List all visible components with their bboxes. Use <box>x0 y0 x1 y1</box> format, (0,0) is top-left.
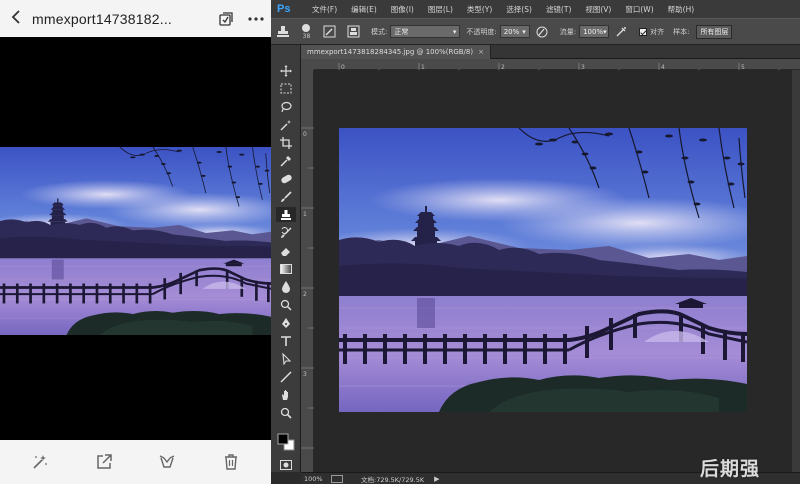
magic-wand-icon[interactable] <box>25 447 55 477</box>
opacity-value: 20% <box>503 27 520 36</box>
brush-preset-picker[interactable]: 38 <box>298 23 314 41</box>
photoshop-window: Ps 文件(F) 编辑(E) 图像(I) 图层(L) 类型(Y) 选择(S) 滤… <box>271 0 800 484</box>
brush-size: 38 <box>302 33 311 40</box>
menu-type[interactable]: 类型(Y) <box>460 4 499 15</box>
close-icon[interactable]: × <box>478 48 484 56</box>
menu-image[interactable]: 图像(I) <box>384 4 421 15</box>
horizontal-ruler[interactable]: 012345 <box>314 59 800 74</box>
quick-mask-icon[interactable] <box>276 457 296 472</box>
svg-text:1: 1 <box>303 211 307 218</box>
move-tool-icon[interactable] <box>276 63 296 78</box>
menu-select[interactable]: 选择(S) <box>499 4 539 15</box>
hand-tool-icon[interactable] <box>276 387 296 402</box>
chevron-right-icon[interactable]: ▶ <box>434 475 439 483</box>
flow-field[interactable]: 100% ▾ <box>579 25 610 38</box>
clone-stamp-tool-icon[interactable] <box>276 207 296 222</box>
sample-label: 样本: <box>673 27 690 36</box>
mode-dropdown[interactable]: 正常 ▾ <box>390 25 461 38</box>
ps-toolbox <box>271 45 301 472</box>
clone-stamp-tool-icon[interactable] <box>274 23 292 41</box>
toggle-brush-panel-icon[interactable] <box>320 23 338 41</box>
airbrush-icon[interactable] <box>612 23 630 41</box>
flow-value: 100% <box>583 27 604 36</box>
history-brush-tool-icon[interactable] <box>276 225 296 240</box>
svg-text:0: 0 <box>303 131 307 138</box>
image-filename: mmexport14738182... <box>32 10 172 27</box>
chevron-down-icon: ▾ <box>522 27 526 36</box>
sample-dropdown[interactable]: 所有图层 <box>696 24 733 39</box>
menu-filter[interactable]: 滤镜(T) <box>539 4 578 15</box>
menu-layer[interactable]: 图层(L) <box>421 4 460 15</box>
path-selection-tool-icon[interactable] <box>276 351 296 366</box>
toggle-clone-source-icon[interactable] <box>344 23 362 41</box>
blur-tool-icon[interactable] <box>276 279 296 294</box>
crop-tool-icon[interactable] <box>276 135 296 150</box>
pressure-opacity-icon[interactable] <box>533 23 551 41</box>
ruler-origin[interactable] <box>301 59 314 70</box>
aligned-label: 对齐 <box>650 27 665 36</box>
brush-tool-icon[interactable] <box>276 189 296 204</box>
flow-label: 流量: <box>559 27 577 36</box>
mode-label: 模式: <box>371 27 388 36</box>
menu-edit[interactable]: 编辑(E) <box>344 4 384 15</box>
document-size: 文档:729.5K/729.5K <box>361 475 425 484</box>
document-tab[interactable]: mmexport1473818284345.jpg @ 100%(RGB/8) … <box>301 45 491 59</box>
phone-photo <box>0 147 271 335</box>
menu-help[interactable]: 帮助(H) <box>661 4 702 15</box>
zoom-tool-icon[interactable] <box>276 405 296 420</box>
svg-text:2: 2 <box>303 291 307 298</box>
zoom-level[interactable]: 100% <box>301 475 331 483</box>
phone-bottom-bar <box>0 440 271 484</box>
ps-options-bar: 38 模式: 正常 ▾ 不透明度: 20% ▾ 流量: 100% ▾ 对齐 样本… <box>271 18 800 45</box>
ps-tab-bar: mmexport1473818284345.jpg @ 100%(RGB/8) … <box>301 45 800 59</box>
share-icon[interactable] <box>89 447 119 477</box>
collapsed-panel-strip[interactable] <box>792 70 800 472</box>
type-tool-icon[interactable] <box>276 333 296 348</box>
select-icon[interactable] <box>211 0 241 37</box>
menu-file[interactable]: 文件(F) <box>305 4 344 15</box>
document-tab-label: mmexport1473818284345.jpg @ 100%(RGB/8) <box>307 48 474 56</box>
marquee-tool-icon[interactable] <box>276 81 296 96</box>
canvas-photo[interactable] <box>339 128 747 412</box>
magic-wand-tool-icon[interactable] <box>276 117 296 132</box>
ps-logo: Ps <box>277 3 291 15</box>
back-icon[interactable] <box>0 9 32 29</box>
healing-brush-tool-icon[interactable] <box>276 171 296 186</box>
aligned-checkbox[interactable] <box>639 27 648 36</box>
more-icon[interactable] <box>241 0 271 37</box>
menu-window[interactable]: 窗口(W) <box>618 4 660 15</box>
eyedropper-tool-icon[interactable] <box>276 153 296 168</box>
document-canvas[interactable] <box>314 70 800 472</box>
ps-menu-bar: Ps 文件(F) 编辑(E) 图像(I) 图层(L) 类型(Y) 选择(S) 滤… <box>271 0 800 18</box>
mode-value: 正常 <box>394 27 409 36</box>
dodge-tool-icon[interactable] <box>276 297 296 312</box>
line-tool-icon[interactable] <box>276 369 296 384</box>
eraser-tool-icon[interactable] <box>276 243 296 258</box>
trash-icon[interactable] <box>216 447 246 477</box>
phone-top-bar: mmexport14738182... <box>0 0 271 37</box>
menu-view[interactable]: 视图(V) <box>578 4 618 15</box>
status-view-icon[interactable] <box>331 474 343 483</box>
color-swatches[interactable] <box>276 433 296 451</box>
gradient-tool-icon[interactable] <box>276 261 296 276</box>
watermark: 后期强 <box>700 458 761 480</box>
chevron-down-icon: ▾ <box>452 27 457 36</box>
pen-tool-icon[interactable] <box>276 315 296 330</box>
lasso-tool-icon[interactable] <box>276 99 296 114</box>
recycle-icon[interactable] <box>152 447 182 477</box>
vertical-ruler[interactable]: 0 1 2 3 <box>301 70 314 472</box>
opacity-field[interactable]: 20% ▾ <box>499 25 530 38</box>
chevron-down-icon: ▾ <box>603 27 607 36</box>
phone-viewer: mmexport14738182... <box>0 0 271 484</box>
svg-text:3: 3 <box>303 371 307 378</box>
opacity-label: 不透明度: <box>466 27 497 36</box>
